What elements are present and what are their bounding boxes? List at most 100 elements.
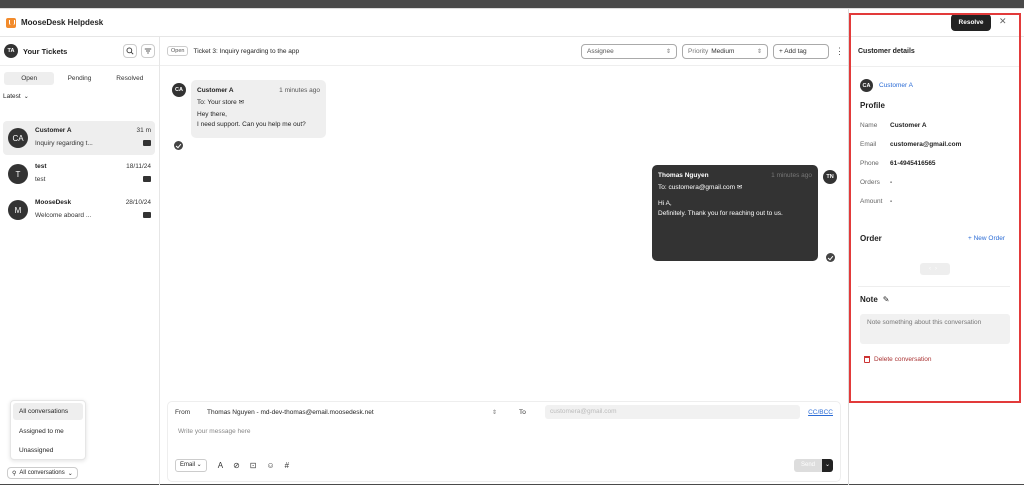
incoming-message: Customer A 1 minutes ago To: Your store … (191, 80, 326, 138)
message-time: 1 minutes ago (771, 172, 812, 179)
from-value: Thomas Nguyen - md-dev-thomas@email.moos… (207, 408, 374, 416)
profile-field: Name Customer A (860, 122, 927, 129)
avatar: CA (860, 79, 873, 92)
note-heading-row: Note ✎ (860, 295, 889, 304)
updown-icon: ⇕ (491, 409, 497, 416)
message-line: Definitely. Thank you for reaching out t… (658, 210, 783, 217)
composer-header: From Thomas Nguyen - md-dev-thomas@email… (168, 402, 840, 422)
conversation-item[interactable]: M MooseDesk Welcome aboard ... 28/10/24 (3, 193, 155, 227)
tab-resolved[interactable]: Resolved (105, 72, 155, 85)
note-input[interactable]: Note something about this conversation (860, 314, 1010, 344)
resolve-button[interactable]: Resolve (951, 14, 991, 31)
send-group: Send ⌄ (794, 459, 833, 472)
divider (858, 286, 1010, 287)
emoji-icon[interactable]: ☺ (266, 461, 274, 470)
email-icon (143, 176, 151, 182)
avatar: M (8, 200, 28, 220)
message-time: 1 minutes ago (279, 87, 320, 94)
field-label: Email (860, 141, 877, 148)
customer-name-link[interactable]: Customer A (879, 82, 913, 89)
search-button[interactable] (123, 44, 137, 58)
search-icon (126, 47, 134, 55)
sort-dropdown[interactable]: Latest ⌄ (3, 93, 159, 100)
message-body: Hi A, Definitely. Thank you for reaching… (658, 199, 812, 219)
tab-pending[interactable]: Pending (54, 72, 104, 85)
delete-conversation-button[interactable]: Delete conversation (864, 356, 931, 363)
more-icon[interactable]: ⋮ (835, 46, 844, 57)
updown-icon: ⇕ (756, 48, 762, 55)
filter-button[interactable] (141, 44, 155, 58)
cc-bcc-link[interactable]: CC/BCC (808, 409, 833, 416)
field-label: Phone (860, 160, 879, 167)
pencil-icon[interactable]: ✎ (883, 295, 890, 304)
priority-label: Priority (688, 47, 709, 55)
tab-open[interactable]: Open (4, 72, 55, 85)
hashtag-icon[interactable]: # (285, 461, 289, 470)
add-tag-button[interactable]: + Add tag (773, 43, 829, 59)
conversation-name: test (35, 163, 47, 170)
menu-item-all-conversations[interactable]: All conversations (13, 403, 83, 420)
filter-icon (144, 48, 152, 54)
recipient-text: To: customera@gmail.com (658, 184, 736, 191)
attachment-icon[interactable]: ⊘ (233, 461, 240, 470)
read-check-icon (174, 141, 183, 150)
from-select[interactable]: Thomas Nguyen - md-dev-thomas@email.moos… (207, 409, 497, 416)
profile-field: Amount - (860, 198, 892, 205)
ticket-title: Ticket 3: Inquiry regarding to the app (193, 47, 300, 55)
new-order-button[interactable]: + New Order (968, 235, 1005, 242)
menu-item-assigned-to-me[interactable]: Assigned to me (11, 422, 85, 441)
conversation-filter-button[interactable]: ⚲ All conversations ⌄ (7, 467, 78, 479)
message-input[interactable]: Write your message here (168, 422, 840, 441)
field-value: customera@gmail.com (890, 141, 962, 148)
updown-icon: ⇕ (665, 48, 671, 55)
conversation-name: Customer A (35, 127, 72, 134)
assignee-select[interactable]: Assignee ⇕ (581, 43, 677, 59)
filter-button-label: All conversations (19, 470, 65, 476)
conversation-preview: test (35, 176, 46, 183)
text-format-icon[interactable]: A (218, 461, 223, 470)
outgoing-message: Thomas Nguyen 1 minutes ago To: customer… (652, 165, 818, 261)
message-type-select[interactable]: Email ⌄ (175, 459, 207, 472)
user-avatar[interactable]: TA (4, 44, 18, 58)
to-field[interactable]: customera@gmail.com (545, 405, 801, 419)
avatar: TN (823, 170, 837, 184)
message-type-label: Email (180, 462, 196, 468)
send-options-button[interactable]: ⌄ (822, 459, 833, 472)
image-icon[interactable]: ⊡ (250, 461, 257, 470)
order-heading: Order (860, 234, 882, 243)
app-window: MooseDesk Helpdesk TA Your Tickets Open … (0, 8, 1024, 485)
app-title: MooseDesk Helpdesk (21, 18, 104, 27)
conversation-time: 18/11/24 (126, 163, 151, 170)
status-tabs: Open Pending Resolved (4, 72, 155, 85)
note-heading: Note (860, 295, 878, 304)
customer-link[interactable]: CA Customer A (860, 79, 913, 92)
message-line: Hey there, (197, 111, 227, 118)
sidebar-title: Your Tickets (23, 46, 68, 56)
message-recipient: To: Your store ✉ (197, 98, 320, 106)
conversation-time: 31 m (136, 127, 151, 134)
order-pager[interactable]: ‹› (920, 263, 950, 275)
customer-panel-title: Customer details (858, 48, 915, 55)
field-label: Name (860, 122, 878, 129)
menu-item-unassigned[interactable]: Unassigned (11, 441, 85, 460)
priority-select[interactable]: Priority Medium ⇕ (682, 43, 768, 59)
email-icon: ✉ (238, 99, 245, 106)
read-check-icon (826, 253, 835, 262)
send-button[interactable]: Send (794, 459, 822, 472)
conversation-item[interactable]: CA Customer A Inquiry regarding t... 31 … (3, 121, 155, 155)
close-icon[interactable]: ✕ (999, 16, 1007, 27)
field-label: Amount (860, 198, 883, 205)
profile-field: Phone 61-4945416565 (860, 160, 936, 167)
profile-field: Orders - (860, 179, 892, 186)
conversation-item[interactable]: T test test 18/11/24 (3, 157, 155, 191)
field-value: - (890, 179, 893, 186)
message-line: Hi A, (658, 200, 672, 207)
email-icon: ✉ (736, 184, 743, 191)
field-value: Customer A (890, 122, 927, 129)
delete-label: Delete conversation (874, 356, 932, 363)
email-icon (143, 140, 151, 146)
status-badge: Open (167, 46, 189, 56)
composer-toolbar: Email ⌄ A ⊘ ⊡ ☺ # (175, 459, 294, 472)
field-value: - (890, 198, 893, 205)
avatar: CA (172, 83, 186, 97)
